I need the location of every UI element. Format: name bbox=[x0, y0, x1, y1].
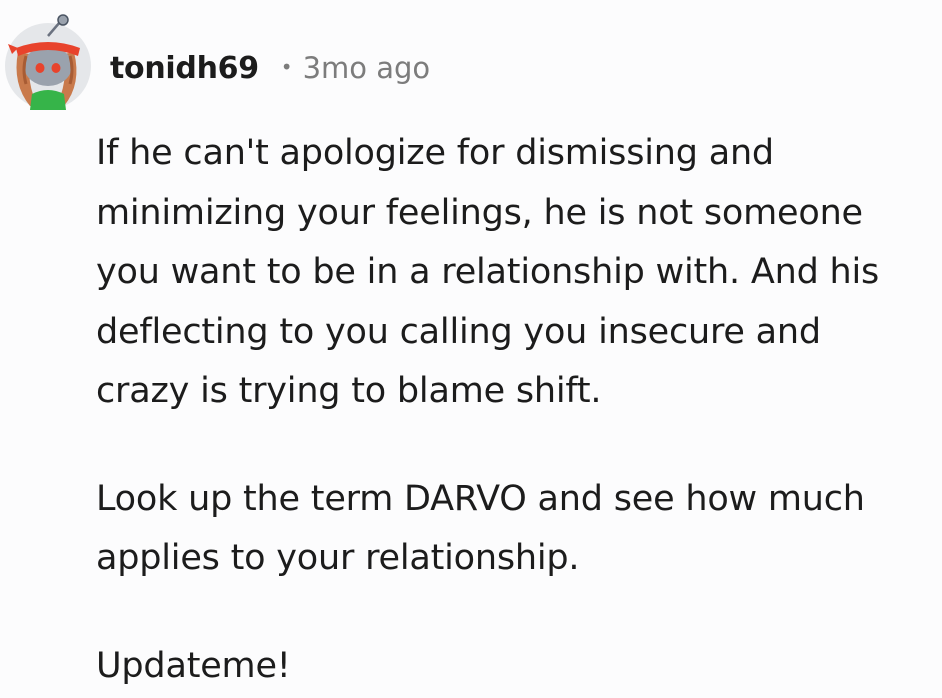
comment-paragraph: Look up the term DARVO and see how much … bbox=[96, 478, 865, 579]
comment-paragraph: If he can't apologize for dismissing and… bbox=[96, 133, 880, 411]
comment-paragraph: Updateme! bbox=[96, 645, 291, 686]
comment-timestamp[interactable]: 3mo ago bbox=[303, 51, 431, 85]
snoo-avatar-icon bbox=[5, 14, 91, 110]
user-avatar[interactable] bbox=[4, 14, 92, 110]
comment-header: tonidh69 • 3mo ago bbox=[110, 46, 430, 90]
comment-body: If he can't apologize for dismissing and… bbox=[96, 124, 942, 696]
username-link[interactable]: tonidh69 bbox=[110, 51, 259, 86]
comment-card: tonidh69 • 3mo ago If he can't apologize… bbox=[0, 0, 942, 698]
meta-separator: • bbox=[280, 55, 293, 79]
